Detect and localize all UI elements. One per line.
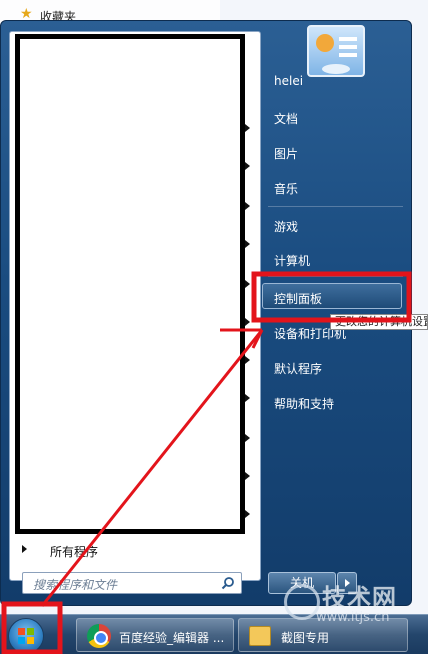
watermark-url: www.itjs.cn (316, 610, 390, 625)
all-programs-label: 所有程序 (50, 545, 99, 559)
user-picture[interactable] (307, 25, 365, 77)
triangle-right-icon (22, 545, 27, 553)
start-menu-left-pane: 所有程序 (9, 31, 261, 581)
user-picture-art (316, 34, 357, 74)
right-item-documents[interactable]: 文档 (274, 110, 298, 127)
taskbar-chrome-button[interactable]: 百度经验_编辑器 ... (76, 618, 234, 652)
jumplist-arrow-icon[interactable] (245, 202, 250, 210)
jumplist-arrow-icon[interactable] (245, 124, 250, 132)
jumplist-arrow-icon[interactable] (245, 472, 250, 480)
watermark-brand: 技术网 (322, 584, 397, 612)
jumplist-arrows (242, 32, 262, 532)
right-pane-divider (268, 276, 403, 277)
right-item-computer[interactable]: 计算机 (274, 252, 310, 269)
jumplist-arrow-icon[interactable] (245, 510, 250, 518)
right-item-default-programs[interactable]: 默认程序 (274, 360, 322, 377)
windows-logo (18, 628, 34, 644)
watermark-logo (284, 584, 320, 620)
jumplist-arrow-icon[interactable] (245, 162, 250, 170)
search-icon[interactable] (221, 576, 235, 590)
jumplist-arrow-icon[interactable] (245, 318, 250, 326)
windows-start-orb-icon[interactable] (8, 618, 44, 654)
taskbar-chrome-label: 百度经验_编辑器 ... (119, 631, 225, 645)
jumplist-arrow-icon[interactable] (245, 434, 250, 442)
right-item-games[interactable]: 游戏 (274, 218, 298, 235)
jumplist-arrow-icon[interactable] (245, 356, 250, 364)
right-item-user[interactable]: helei (274, 74, 303, 88)
search-placeholder: 搜索程序和文件 (33, 578, 118, 592)
search-input[interactable]: 搜索程序和文件 (22, 572, 242, 594)
right-item-help-support[interactable]: 帮助和支持 (274, 395, 334, 412)
watermark: 技术网 www.itjs.cn (282, 578, 428, 634)
chrome-icon (87, 624, 111, 648)
start-menu: 所有程序 (0, 20, 412, 606)
right-pane-divider (268, 206, 403, 207)
jumplist-arrow-icon[interactable] (245, 394, 250, 402)
jumplist-arrow-icon[interactable] (245, 280, 250, 288)
control-panel-tooltip: 更改您的计算机设置 (330, 314, 428, 330)
right-item-music[interactable]: 音乐 (274, 180, 298, 197)
folder-icon (249, 626, 271, 646)
all-programs-button[interactable]: 所有程序 (20, 540, 250, 560)
right-item-control-panel[interactable]: 控制面板 (274, 290, 322, 307)
right-item-pictures[interactable]: 图片 (274, 145, 298, 162)
jumplist-arrow-icon[interactable] (245, 240, 250, 248)
redacted-program-list (15, 34, 245, 534)
